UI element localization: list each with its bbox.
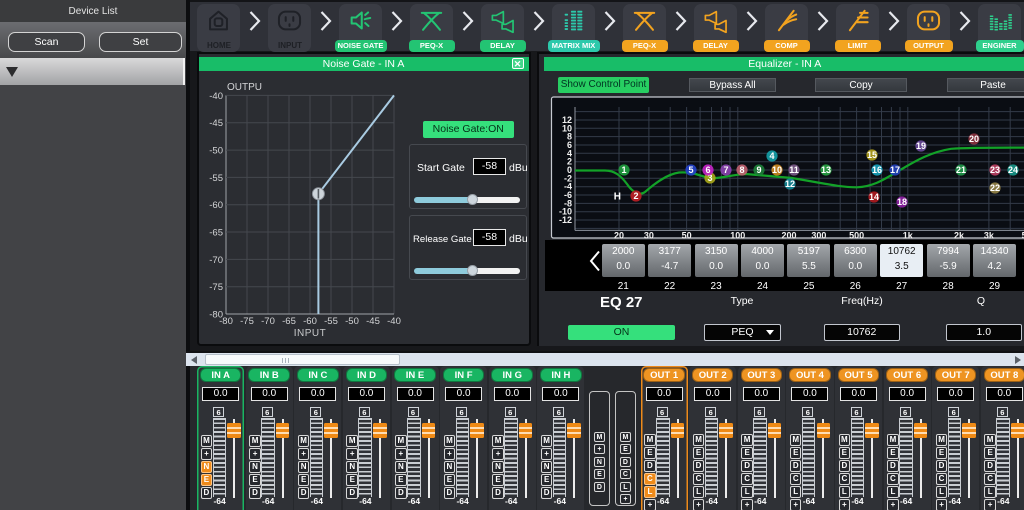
svg-text:9: 9 [756, 165, 761, 175]
svg-text:-75: -75 [240, 316, 254, 327]
svg-text:8: 8 [739, 165, 744, 175]
svg-text:22: 22 [990, 183, 1000, 193]
svg-text:-75: -75 [209, 282, 223, 293]
svg-text:6: 6 [705, 165, 710, 175]
svg-text:H: H [614, 192, 621, 203]
svg-text:-50: -50 [345, 316, 359, 327]
svg-text:-45: -45 [209, 118, 223, 129]
svg-text:2k: 2k [954, 231, 965, 241]
svg-text:-45: -45 [366, 316, 380, 327]
svg-text:30: 30 [644, 231, 654, 241]
svg-text:19: 19 [916, 141, 926, 151]
svg-text:5: 5 [688, 165, 693, 175]
svg-text:-65: -65 [209, 228, 223, 239]
svg-text:-60: -60 [303, 316, 317, 327]
svg-text:21: 21 [956, 165, 966, 175]
svg-text:500: 500 [849, 231, 864, 241]
svg-text:13: 13 [821, 165, 831, 175]
svg-text:OUTPU: OUTPU [227, 82, 262, 93]
svg-text:20: 20 [969, 134, 979, 144]
svg-text:50: 50 [682, 231, 692, 241]
svg-text:10: 10 [772, 165, 782, 175]
svg-text:7: 7 [723, 165, 728, 175]
svg-text:18: 18 [897, 197, 907, 207]
svg-text:-55: -55 [324, 316, 338, 327]
svg-text:1k: 1k [903, 231, 914, 241]
svg-text:-55: -55 [209, 173, 223, 184]
svg-text:12: 12 [562, 115, 572, 125]
svg-text:-65: -65 [282, 316, 296, 327]
svg-text:-50: -50 [209, 146, 223, 157]
svg-text:-70: -70 [261, 316, 275, 327]
svg-text:12: 12 [785, 179, 795, 189]
svg-text:24: 24 [1008, 165, 1018, 175]
svg-text:-60: -60 [209, 200, 223, 211]
svg-text:20: 20 [614, 231, 624, 241]
svg-text:INPUT: INPUT [294, 328, 327, 339]
svg-text:-70: -70 [209, 255, 223, 266]
svg-text:14: 14 [869, 192, 879, 202]
svg-text:17: 17 [890, 165, 900, 175]
svg-text:4: 4 [769, 151, 774, 161]
svg-text:100: 100 [730, 231, 745, 241]
svg-text:1: 1 [621, 165, 626, 175]
svg-text:16: 16 [872, 165, 882, 175]
svg-text:200: 200 [781, 231, 796, 241]
svg-text:15: 15 [867, 150, 877, 160]
svg-text:-40: -40 [387, 316, 401, 327]
svg-text:-40: -40 [209, 91, 223, 102]
svg-text:11: 11 [789, 165, 799, 175]
svg-text:-80: -80 [219, 316, 233, 327]
svg-text:2: 2 [633, 191, 638, 201]
svg-text:23: 23 [990, 165, 1000, 175]
svg-text:3k: 3k [984, 231, 995, 241]
svg-text:300: 300 [811, 231, 826, 241]
